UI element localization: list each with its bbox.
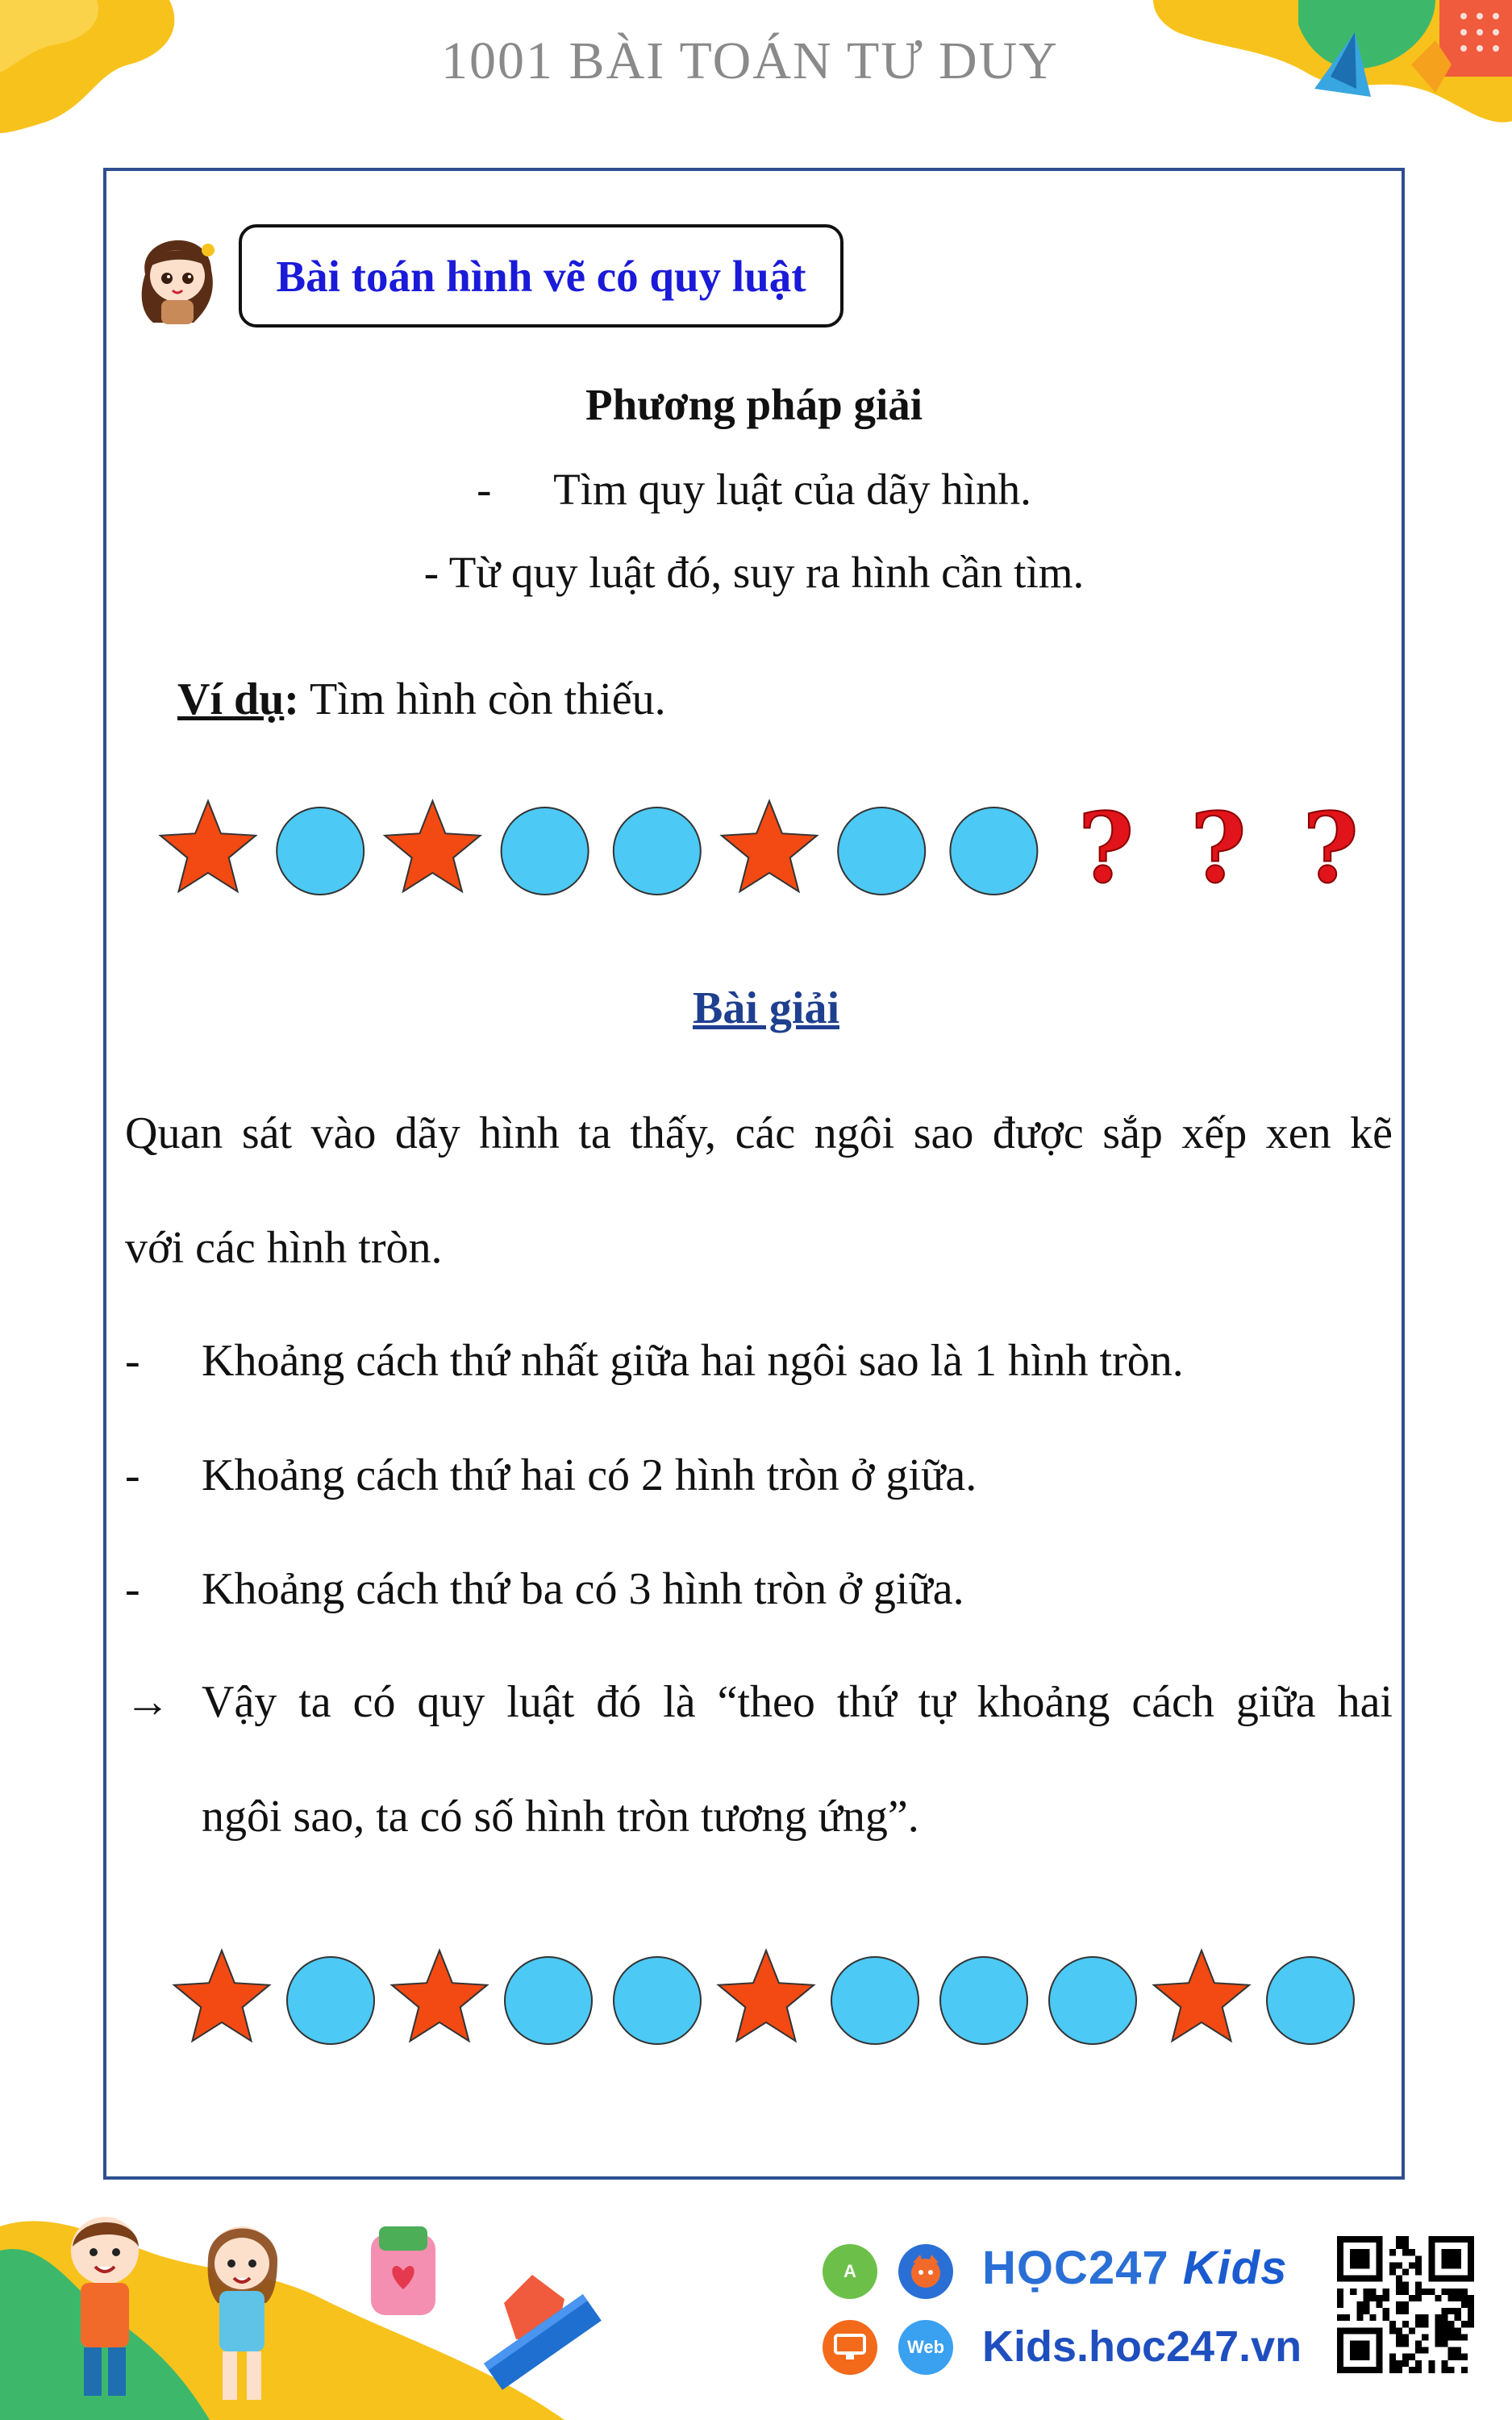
website-link[interactable]: Kids.hoc247.vn (982, 2322, 1302, 2372)
example-colon: : (284, 674, 299, 724)
mascot-app-icon[interactable] (898, 2244, 953, 2299)
bullet-text: Khoảng cách thứ nhất giữa hai ngôi sao l… (202, 1336, 1184, 1386)
arrow-right-icon: → (125, 1677, 170, 1727)
footer-decoration-kids (0, 2217, 602, 2420)
method-step-1-text: Tìm quy luật của dãy hình. (553, 465, 1031, 514)
solution-bullet: - Khoảng cách thứ hai có 2 hình tròn ở gi… (125, 1450, 977, 1501)
method-step-1: - Tìm quy luật của dãy hình. (103, 464, 1405, 515)
bullet-text: Khoảng cách thứ ba có 3 hình tròn ở giữa… (202, 1564, 964, 1614)
desktop-icon[interactable] (823, 2320, 877, 2375)
bullet-dash: - (125, 1564, 140, 1614)
fox-icon (911, 2255, 940, 2288)
conclusion-line-2: ngôi sao, ta có số hình tròn tương ứng”. (202, 1792, 919, 1842)
brand-logo: HỌC247 Kids (982, 2241, 1287, 2295)
example-text: Tìm hình còn thiếu. (298, 674, 666, 724)
example-label: Ví dụ (177, 674, 285, 724)
header-title: 1001 BÀI TOÁN TƯ DUY (441, 31, 1059, 90)
app-store-icon[interactable]: A (823, 2244, 877, 2299)
conclusion-text-1: Vậy ta có quy luật đó là “theo thứ tự kh… (202, 1677, 1393, 1727)
monitor-icon (834, 2334, 866, 2360)
method-heading: Phương pháp giải (585, 380, 923, 429)
brand-main: HỌC247 (982, 2242, 1169, 2294)
solution-bullet: - Khoảng cách thứ nhất giữa hai ngôi sao … (125, 1335, 1184, 1387)
web-icon[interactable]: Web (898, 2320, 953, 2375)
qr-code-icon (1337, 2236, 1474, 2373)
solution-heading: Bài giải (692, 983, 840, 1033)
solution-paragraph-line-1: Quan sát vào dãy hình ta thấy, các ngôi … (125, 1108, 1393, 1158)
solution-bullet: - Khoảng cách thứ ba có 3 hình tròn ở giữ… (125, 1563, 964, 1615)
bullet-dash: - (125, 1450, 140, 1500)
bullet-dash: - (125, 1336, 140, 1386)
method-step-2: - Từ quy luật đó, suy ra hình cần tìm. (423, 548, 1085, 597)
example-line: Ví dụ: Tìm hình còn thiếu. (177, 674, 666, 725)
bullet-text: Khoảng cách thứ hai có 2 hình tròn ở giữ… (202, 1450, 977, 1500)
girl-mascot-icon (141, 240, 215, 324)
method-step-1-dash: - (477, 465, 492, 514)
solution-paragraph-line-2: với các hình tròn. (125, 1223, 443, 1273)
topic-title: Bài toán hình vẽ có quy luật (239, 224, 843, 328)
brand-kids: Kids (1182, 2242, 1288, 2294)
